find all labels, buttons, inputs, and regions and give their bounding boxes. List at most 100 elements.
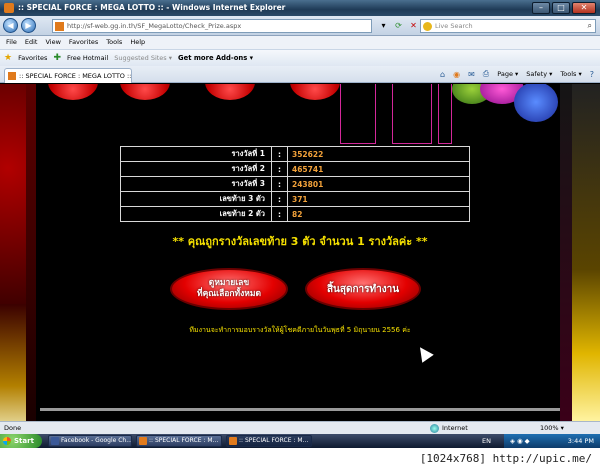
prize-panel: รางวัลที่ 1:352622 รางวัลที่ 2:465741 รางว… bbox=[40, 84, 560, 421]
window-title: :: SPECIAL FORCE : MEGA LOTTO :: - Windo… bbox=[18, 3, 286, 12]
url-field[interactable]: http://sf-web.gg.in.th/SF_MegaLotto/Chec… bbox=[52, 19, 372, 33]
forward-button[interactable]: ▶ bbox=[21, 18, 36, 33]
prize-number: 82 bbox=[287, 206, 470, 222]
prize-label: รางวัลที่ 1 bbox=[120, 146, 272, 162]
results-body: รางวัลที่ 1:352622 รางวัลที่ 2:465741 รางว… bbox=[120, 146, 470, 222]
favorites-button[interactable]: Favorites bbox=[18, 54, 47, 62]
view-selected-numbers-button[interactable]: ดูหมายเลข ที่คุณเลือกทั้งหมด bbox=[170, 268, 288, 310]
prize-separator: : bbox=[271, 191, 288, 207]
minimize-button[interactable]: – bbox=[532, 2, 550, 14]
status-text: Done bbox=[4, 424, 22, 432]
zoom-control[interactable]: 100% ▾ bbox=[540, 424, 564, 432]
search-input[interactable]: Live Search ⌕ bbox=[420, 19, 596, 33]
dropdown-icon[interactable]: ▾ bbox=[378, 20, 389, 31]
prize-row: รางวัลที่ 2:465741 bbox=[120, 161, 470, 177]
prize-label: เลขท้าย 2 ตัว bbox=[120, 206, 272, 222]
right-decoration bbox=[572, 84, 600, 421]
image-watermark-strip: [1024x768] http://upic.me/ bbox=[0, 448, 600, 469]
taskbar-item-special-force-1[interactable]: :: SPECIAL FORCE : M... bbox=[136, 435, 222, 447]
search-icon[interactable]: ⌕ bbox=[588, 21, 592, 31]
menu-file[interactable]: File bbox=[6, 36, 17, 49]
prize-separator: : bbox=[271, 146, 288, 162]
menu-view[interactable]: View bbox=[45, 36, 60, 49]
prize-delivery-note: ทีมงานจะทำการมอบรางวัลให้ผู้โชคดีภายในวั… bbox=[189, 326, 411, 334]
panel-bottom-divider bbox=[40, 408, 560, 411]
language-indicator[interactable]: EN bbox=[482, 437, 491, 445]
prize-number: 371 bbox=[287, 191, 470, 207]
watermark-text: [1024x768] http://upic.me/ bbox=[419, 452, 592, 465]
url-text: http://sf-web.gg.in.th/SF_MegaLotto/Chec… bbox=[67, 22, 242, 30]
internet-globe-icon bbox=[430, 424, 439, 433]
menu-favorites[interactable]: Favorites bbox=[69, 36, 98, 49]
prize-row: รางวัลที่ 3:243801 bbox=[120, 176, 470, 192]
tab-site-icon bbox=[8, 72, 16, 80]
taskbar-item-facebook[interactable]: Facebook - Google Ch... bbox=[48, 435, 132, 447]
home-icon[interactable]: ⌂ bbox=[440, 70, 445, 79]
prize-row: รางวัลที่ 1:352622 bbox=[120, 146, 470, 162]
stop-icon[interactable]: ✕ bbox=[408, 20, 419, 31]
win-notice: ** คุณถูกรางวัลเลขท้าย 3 ตัว จำนวน 1 ราง… bbox=[172, 235, 428, 248]
prize-separator: : bbox=[271, 161, 288, 177]
safety-menu[interactable]: Safety ▾ bbox=[526, 70, 552, 78]
left-border-decoration bbox=[26, 84, 36, 421]
prize-separator: : bbox=[271, 176, 288, 192]
prize-label: รางวัลที่ 2 bbox=[120, 161, 272, 177]
windows-taskbar: Start Facebook - Google Ch... :: SPECIAL… bbox=[0, 434, 600, 448]
view-numbers-label-line1: ดูหมายเลข bbox=[208, 278, 250, 288]
address-actions: ▾ ⟳ ✕ bbox=[378, 20, 419, 31]
window-titlebar: :: SPECIAL FORCE : MEGA LOTTO :: - Windo… bbox=[0, 0, 600, 16]
clock[interactable]: 3:44 PM bbox=[568, 437, 594, 445]
taskbar-item-special-force-2[interactable]: :: SPECIAL FORCE : M... bbox=[226, 435, 312, 447]
finish-label: สิ้นสุดการทำงาน bbox=[326, 283, 400, 295]
search-placeholder: Live Search bbox=[435, 22, 473, 30]
system-tray: EN ◈◉◆ 3:44 PM bbox=[482, 434, 600, 448]
help-icon[interactable]: ? bbox=[590, 70, 594, 79]
security-zone[interactable]: Internet bbox=[430, 424, 468, 433]
print-icon[interactable]: ⎙ bbox=[483, 69, 489, 79]
mail-icon[interactable]: ✉ bbox=[468, 70, 475, 79]
window-controls: – □ ✕ bbox=[532, 2, 596, 14]
prize-number: 352622 bbox=[287, 146, 470, 162]
address-bar: ◀ ▶ http://sf-web.gg.in.th/SF_MegaLotto/… bbox=[0, 16, 600, 36]
suggested-sites-link[interactable]: Suggested Sites ▾ bbox=[114, 54, 172, 62]
finish-button[interactable]: สิ้นสุดการทำงาน bbox=[305, 268, 421, 310]
tab-bar: :: SPECIAL FORCE : MEGA LOTTO :: ⌂ ◉ ✉ ⎙… bbox=[0, 66, 600, 83]
status-bar: Done Internet 100% ▾ bbox=[0, 421, 600, 434]
add-favorite-icon[interactable]: ✚ bbox=[53, 53, 61, 63]
back-button[interactable]: ◀ bbox=[3, 18, 18, 33]
refresh-icon[interactable]: ⟳ bbox=[393, 20, 404, 31]
prize-row: เลขท้าย 3 ตัว:371 bbox=[120, 191, 470, 207]
prize-results-table: รางวัลที่ 1:352622 รางวัลที่ 2:465741 รางว… bbox=[120, 146, 470, 222]
mouse-cursor-icon bbox=[414, 343, 434, 363]
close-button[interactable]: ✕ bbox=[572, 2, 596, 14]
tray-icons[interactable]: ◈◉◆ bbox=[510, 437, 532, 445]
left-glow-decoration bbox=[0, 304, 26, 421]
feeds-icon[interactable]: ◉ bbox=[453, 70, 460, 79]
prize-label: รางวัลที่ 3 bbox=[120, 176, 272, 192]
live-search-icon bbox=[423, 22, 432, 31]
maximize-button[interactable]: □ bbox=[552, 2, 570, 14]
menu-tools[interactable]: Tools bbox=[106, 36, 122, 49]
site-icon bbox=[55, 22, 64, 31]
start-button[interactable]: Start bbox=[0, 434, 42, 448]
favorites-bar: ★ Favorites ✚ Free Hotmail Suggested Sit… bbox=[0, 49, 600, 66]
prize-number: 465741 bbox=[287, 161, 470, 177]
menu-edit[interactable]: Edit bbox=[25, 36, 38, 49]
prize-number: 243801 bbox=[287, 176, 470, 192]
menu-help[interactable]: Help bbox=[130, 36, 145, 49]
prize-separator: : bbox=[271, 206, 288, 222]
tools-menu[interactable]: Tools ▾ bbox=[560, 70, 581, 78]
command-bar: ⌂ ◉ ✉ ⎙ Page ▾ Safety ▾ Tools ▾ ? bbox=[440, 69, 594, 79]
page-menu[interactable]: Page ▾ bbox=[497, 70, 518, 78]
favorites-star-icon: ★ bbox=[4, 53, 13, 63]
right-border-decoration bbox=[560, 84, 572, 421]
zone-label: Internet bbox=[442, 424, 468, 432]
tab-mega-lotto[interactable]: :: SPECIAL FORCE : MEGA LOTTO :: bbox=[4, 68, 132, 83]
view-numbers-label-line2: ที่คุณเลือกทั้งหมด bbox=[196, 289, 262, 299]
prize-label: เลขท้าย 3 ตัว bbox=[120, 191, 272, 207]
ie-page-icon bbox=[4, 3, 14, 13]
tab-label: :: SPECIAL FORCE : MEGA LOTTO :: bbox=[19, 72, 132, 80]
prize-row: เลขท้าย 2 ตัว:82 bbox=[120, 206, 470, 222]
free-hotmail-link[interactable]: Free Hotmail bbox=[67, 54, 108, 62]
get-addons-link[interactable]: Get more Add-ons ▾ bbox=[178, 54, 253, 62]
